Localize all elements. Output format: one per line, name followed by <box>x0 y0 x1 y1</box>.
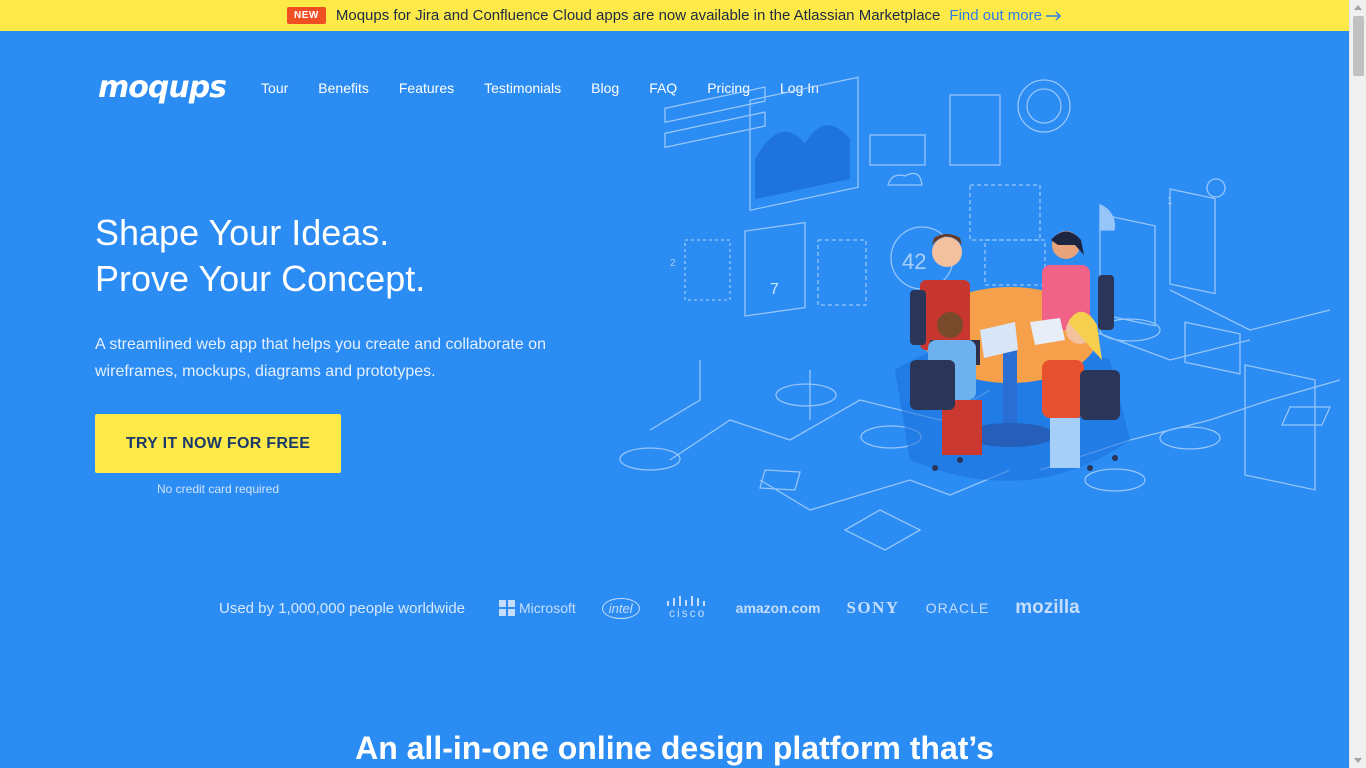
cisco-label: cisco <box>668 606 707 620</box>
section-heading: An all-in-one online design platform tha… <box>355 730 994 766</box>
page-scrollbar[interactable] <box>1349 0 1366 768</box>
try-it-now-button[interactable]: TRY IT NOW FOR FREE <box>95 414 341 473</box>
team-collaboration-illustration: 42 7 2 1 <box>619 76 1341 551</box>
amazon-logo: amazon.com <box>735 600 821 616</box>
find-out-more-link[interactable]: Find out more <box>949 7 1062 24</box>
meeting-scene <box>895 231 1130 481</box>
nav-features[interactable]: Features <box>399 80 454 96</box>
microsoft-label: Microsoft <box>519 600 576 616</box>
windows-icon <box>499 600 515 616</box>
cisco-bars-icon <box>666 596 705 606</box>
announcement-bar: NEW Moqups for Jira and Confluence Cloud… <box>0 0 1349 31</box>
nav-tour[interactable]: Tour <box>261 80 288 96</box>
sony-logo: SONY <box>846 598 900 617</box>
trust-label: Used by 1,000,000 people worldwide <box>219 599 465 617</box>
counter-number: 42 <box>902 249 926 274</box>
hero-title-line-1: Shape Your Ideas. <box>95 212 390 253</box>
hero-title-line-2: Prove Your Concept. <box>95 258 426 299</box>
scroll-up-icon[interactable] <box>1354 5 1362 10</box>
arrow-right-icon <box>1045 10 1062 21</box>
hero-title: Shape Your Ideas. Prove Your Concept. <box>95 210 425 302</box>
cisco-logo: cisco <box>666 596 710 620</box>
step-number-2: 1 <box>1167 196 1173 207</box>
scroll-down-icon[interactable] <box>1354 758 1362 763</box>
trust-bar: Used by 1,000,000 people worldwide Micro… <box>219 596 1106 620</box>
find-out-more-label: Find out more <box>949 7 1042 24</box>
announcement-text: Moqups for Jira and Confluence Cloud app… <box>335 7 941 24</box>
hero-description: A streamlined web app that helps you cre… <box>95 336 546 380</box>
dial-number: 7 <box>770 281 779 298</box>
oracle-logo: ORACLE <box>925 600 990 616</box>
nav-testimonials[interactable]: Testimonials <box>484 80 561 96</box>
step-number: 2 <box>670 258 676 269</box>
microsoft-logo: Microsoft <box>499 600 576 616</box>
intel-logo: intel <box>601 597 640 619</box>
new-badge: NEW <box>287 7 326 24</box>
cta-note: No credit card required <box>156 482 280 496</box>
mozilla-logo: mozilla <box>1015 597 1080 618</box>
moqups-logo[interactable]: moqups <box>98 70 227 105</box>
scrollbar-thumb[interactable] <box>1353 16 1364 76</box>
nav-benefits[interactable]: Benefits <box>318 80 369 96</box>
